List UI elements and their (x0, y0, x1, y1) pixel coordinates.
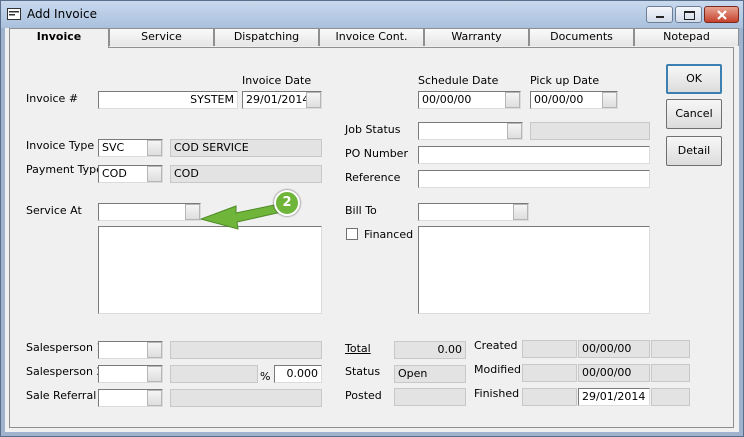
bill-to-dropdown-button[interactable] (513, 204, 528, 220)
close-icon (717, 10, 727, 20)
tab-warranty[interactable]: Warranty (424, 28, 529, 46)
invoice-type-description: COD SERVICE (170, 139, 322, 157)
invoice-number-field[interactable]: SYSTEM (98, 91, 238, 109)
modified-user (522, 364, 577, 382)
posted-label: Posted (345, 389, 382, 402)
job-status-label: Job Status (345, 123, 401, 136)
bill-to-address-box[interactable] (418, 226, 650, 314)
ok-button[interactable]: OK (666, 64, 722, 94)
salesperson2-percent-field[interactable]: 0.000 (274, 365, 322, 383)
schedule-date-picker-button[interactable] (505, 92, 520, 108)
sale-referral-name (170, 389, 322, 407)
tab-dispatching[interactable]: Dispatching (214, 28, 319, 46)
percent-symbol: % (260, 370, 271, 383)
reference-field[interactable] (418, 170, 650, 188)
cancel-button[interactable]: Cancel (666, 99, 722, 129)
bill-to-label: Bill To (345, 204, 377, 217)
salesperson1-label: Salesperson 1 (26, 341, 104, 354)
invoice-number-label: Invoice # (26, 92, 79, 105)
detail-button-label: Detail (677, 144, 711, 157)
detail-button[interactable]: Detail (666, 136, 722, 166)
created-time (651, 340, 690, 358)
tab-invoice-cont[interactable]: Invoice Cont. (319, 28, 424, 46)
posted-value (394, 388, 466, 406)
created-user (522, 340, 577, 358)
pickup-date-label: Pick up Date (530, 74, 600, 87)
sale-referral-dropdown-button[interactable] (147, 390, 162, 406)
maximize-button[interactable] (675, 6, 702, 23)
finished-label: Finished (474, 387, 520, 400)
service-at-address-box[interactable] (98, 226, 322, 314)
minimize-icon (656, 16, 664, 18)
invoice-date-label: Invoice Date (242, 74, 312, 87)
tab-notepad[interactable]: Notepad (634, 28, 739, 46)
modified-label: Modified (474, 363, 521, 376)
schedule-date-label: Schedule Date (418, 74, 499, 87)
salesperson2-name (170, 365, 258, 383)
financed-checkbox[interactable] (346, 228, 358, 240)
reference-label: Reference (345, 171, 401, 184)
add-invoice-window: Add Invoice Invoice Service Dispatching … (0, 0, 744, 437)
title-bar: Add Invoice (1, 1, 743, 28)
window-title: Add Invoice (27, 7, 97, 21)
salesperson1-dropdown-button[interactable] (147, 342, 162, 358)
salesperson2-label: Salesperson 2 (26, 365, 104, 378)
po-number-label: PO Number (345, 147, 408, 160)
app-icon (7, 8, 21, 20)
invoice-date-picker-button[interactable] (306, 92, 321, 108)
tab-service[interactable]: Service (109, 28, 214, 46)
modified-date: 00/00/00 (578, 364, 650, 382)
tab-invoice[interactable]: Invoice (9, 28, 109, 48)
finished-time (651, 388, 690, 406)
total-value: 0.00 (394, 341, 466, 359)
invoice-type-dropdown-button[interactable] (147, 140, 162, 156)
salesperson2-dropdown-button[interactable] (147, 366, 162, 382)
payment-type-description: COD (170, 165, 322, 183)
tab-documents[interactable]: Documents (529, 28, 634, 46)
finished-user (522, 388, 577, 406)
po-number-field[interactable] (418, 146, 650, 164)
job-status-description (530, 122, 650, 140)
financed-label: Financed (364, 228, 414, 241)
finished-date-field[interactable]: 29/01/2014 (578, 388, 650, 406)
payment-type-dropdown-button[interactable] (147, 166, 162, 182)
minimize-button[interactable] (646, 6, 673, 23)
status-label: Status (345, 365, 381, 378)
job-status-dropdown-button[interactable] (507, 123, 522, 139)
total-label: Total (345, 342, 371, 355)
invoice-type-label: Invoice Type (26, 139, 95, 152)
service-at-label: Service At (26, 204, 82, 217)
status-value: Open (394, 365, 466, 383)
created-label: Created (474, 339, 518, 352)
invoice-panel: OK Cancel Detail Invoice # SYSTEM Invoic… (9, 47, 734, 428)
sale-referral-label: Sale Referral (26, 389, 97, 402)
pickup-date-picker-button[interactable] (602, 92, 617, 108)
created-date: 00/00/00 (578, 340, 650, 358)
step-number-badge: 2 (274, 190, 300, 216)
payment-type-label: Payment Type (26, 163, 103, 176)
salesperson1-name (170, 341, 322, 359)
maximize-icon (684, 11, 695, 20)
client-area: Invoice Service Dispatching Invoice Cont… (5, 28, 739, 432)
close-button[interactable] (704, 6, 739, 23)
modified-time (651, 364, 690, 382)
